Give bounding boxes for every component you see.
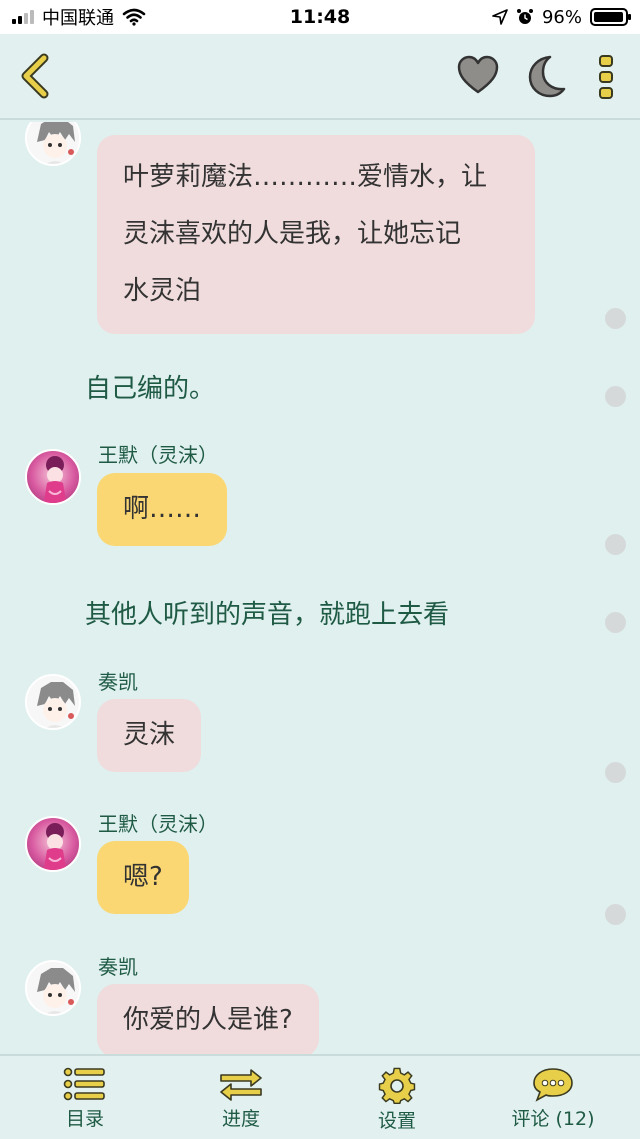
more-button[interactable]: [594, 54, 618, 100]
message-bubble: 嗯?: [97, 841, 189, 914]
comment-dot[interactable]: [605, 612, 626, 633]
comment-dot[interactable]: [605, 534, 626, 555]
avatar-kai: [25, 674, 81, 730]
tab-contents[interactable]: 目录: [25, 1066, 145, 1131]
signal-icon: [12, 10, 34, 24]
avatar-kai-image: [27, 676, 79, 728]
message-text-line: 水灵泊: [123, 276, 202, 306]
avatar-kai: [25, 960, 81, 1016]
speaker-name: 奏凯: [98, 955, 138, 979]
tab-comments-label: 评论 (12): [511, 1108, 595, 1130]
battery-level-fill: [594, 12, 623, 22]
tab-contents-label: 目录: [65, 1108, 104, 1130]
speaker-name: 奏凯: [98, 670, 138, 694]
message-bubble: 灵沫: [97, 699, 202, 772]
swap-arrows-icon: [220, 1069, 262, 1101]
tab-bar: 目录 进度 设置 评论 (12): [0, 1054, 640, 1139]
back-icon: [21, 53, 49, 99]
more-icon: [599, 55, 613, 99]
status-right: 96%: [492, 6, 631, 28]
message-bubble: 你爱的人是谁?: [97, 984, 319, 1054]
battery-icon: [590, 8, 631, 26]
nav-bar: [0, 34, 640, 120]
avatar-ling: [25, 816, 81, 872]
battery-percent: 96%: [541, 6, 582, 28]
message-text-line: 你爱的人是谁?: [123, 1005, 293, 1035]
avatar-ling-image: [43, 823, 67, 870]
message-text-line: 嗯?: [123, 862, 163, 892]
back-button[interactable]: [16, 52, 56, 100]
alarm-icon: [516, 9, 533, 24]
location-arrow-icon: [492, 9, 508, 25]
carrier-label: 中国联通: [42, 8, 114, 29]
heart-icon: [457, 55, 499, 94]
speaker-name: 王默（灵沫）: [98, 812, 218, 836]
speaker-name: 王默（灵沫）: [98, 443, 218, 467]
avatar-ling: [25, 449, 81, 505]
status-left: 中国联通: [12, 4, 146, 30]
comment-dot[interactable]: [605, 904, 626, 925]
tab-progress-label: 进度: [221, 1108, 260, 1130]
comment-dot[interactable]: [605, 308, 626, 329]
tab-settings[interactable]: 设置: [337, 1066, 457, 1133]
tab-progress[interactable]: 进度: [181, 1066, 301, 1131]
message-text-line: 灵沫喜欢的人是我，让她忘记: [123, 219, 462, 249]
avatar-kai: [25, 122, 81, 166]
message-bubble: 叶萝莉魔法…………爱情水，让 灵沫喜欢的人是我，让她忘记 水灵泊: [97, 135, 535, 334]
narration-text: 自己编的。: [85, 374, 216, 404]
chat-area[interactable]: 叶萝莉魔法…………爱情水，让 灵沫喜欢的人是我，让她忘记 水灵泊 自己编的。 王…: [0, 122, 640, 1054]
comment-dot[interactable]: [605, 386, 626, 407]
status-bar: 中国联通 11:48 96%: [0, 0, 640, 34]
avatar-ling-image: [43, 456, 67, 503]
comment-dot[interactable]: [605, 762, 626, 783]
tab-comments[interactable]: 评论 (12): [493, 1066, 613, 1131]
narration-text: 其他人听到的声音，就跑上去看: [85, 600, 450, 630]
avatar-kai-image: [27, 962, 79, 1014]
avatar-kai-image: [27, 122, 79, 164]
tab-settings-label: 设置: [377, 1110, 416, 1132]
message-bubble: 啊……: [97, 473, 228, 546]
message-text-line: 灵沫: [123, 720, 176, 750]
chat-bubble-icon: [533, 1068, 573, 1102]
list-icon: [63, 1067, 105, 1101]
message-text-line: 叶萝莉魔法…………爱情水，让: [123, 162, 488, 192]
message-text-line: 啊……: [123, 494, 202, 524]
favorite-button[interactable]: [456, 54, 500, 96]
night-mode-button[interactable]: [524, 54, 568, 98]
wifi-icon: [122, 8, 146, 26]
gear-icon: [378, 1067, 416, 1104]
moon-icon: [528, 55, 566, 98]
